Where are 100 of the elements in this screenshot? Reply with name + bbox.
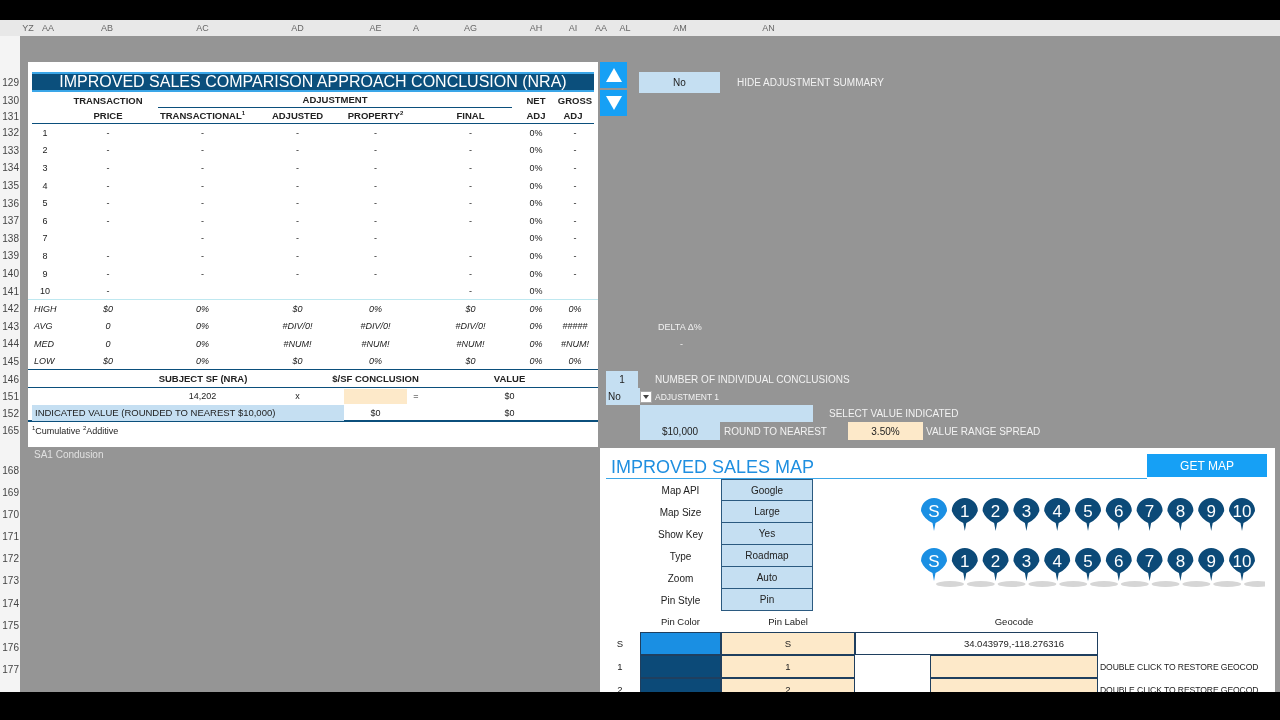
row-label: 4	[42, 180, 48, 191]
column-header[interactable]: AA	[590, 20, 612, 36]
row-header[interactable]: 138	[0, 229, 20, 248]
row-header[interactable]: 168	[0, 458, 20, 482]
column-header[interactable]: AG	[425, 20, 516, 36]
row-header[interactable]: 133	[0, 141, 20, 160]
row-header[interactable]: 144	[0, 335, 20, 353]
setting-value[interactable]: Pin	[721, 589, 813, 611]
dropdown-cell[interactable]: No	[606, 388, 640, 405]
column-header[interactable]: AB	[60, 20, 154, 36]
table-cell: -	[106, 145, 110, 156]
row-header[interactable]: 146	[0, 370, 20, 388]
table-cell: -	[296, 250, 299, 261]
map-pin: 10	[1229, 498, 1255, 531]
row-header[interactable]: 135	[0, 176, 20, 195]
table-cell: -	[201, 215, 204, 226]
table-cell: -	[374, 268, 377, 279]
table-cell: $0	[103, 303, 113, 314]
row-header[interactable]: 175	[0, 614, 20, 637]
row-header[interactable]: 145	[0, 352, 20, 371]
table-cell: -	[106, 268, 110, 279]
spread-field[interactable]: 3.50%	[848, 422, 923, 440]
row-header[interactable]: 130	[0, 92, 20, 108]
row-header[interactable]: 137	[0, 211, 20, 230]
column-heading: ADJUSTMENT	[158, 92, 512, 108]
pin-label-field[interactable]: 1	[721, 655, 855, 678]
column-header[interactable]: A	[407, 20, 425, 36]
column-header[interactable]: AA	[36, 20, 60, 36]
row-header[interactable]: 139	[0, 247, 20, 265]
row-header[interactable]: 176	[0, 636, 20, 659]
table-cell: $0	[465, 303, 476, 314]
value-cell: $0	[504, 407, 515, 418]
column-header[interactable]: AE	[344, 20, 407, 36]
scroll-down-button[interactable]	[600, 90, 627, 116]
setting-value[interactable]: Auto	[721, 567, 813, 589]
row-header[interactable]: 129	[0, 72, 20, 92]
column-header[interactable]: AH	[516, 20, 556, 36]
pin-color-swatch[interactable]	[640, 632, 721, 655]
table-cell: -	[469, 285, 472, 296]
table-cell: -	[106, 163, 110, 173]
row-header[interactable]: 141	[0, 282, 20, 300]
row-header[interactable]: 131	[0, 108, 20, 124]
row-header[interactable]: 171	[0, 525, 20, 548]
table-cell: #####	[562, 321, 588, 332]
row-header[interactable]: 152	[0, 404, 20, 422]
table-cell: #NUM!	[361, 338, 390, 349]
number-field[interactable]: 1	[606, 371, 638, 388]
column-header[interactable]: AM	[638, 20, 722, 36]
row-header[interactable]: 165	[0, 421, 20, 440]
table-cell: 0%	[369, 303, 382, 314]
setting-value[interactable]: Roadmap	[721, 545, 813, 567]
setting-value[interactable]: Yes	[721, 523, 813, 545]
column-header[interactable]: AL	[612, 20, 638, 36]
row-header[interactable]: 174	[0, 592, 20, 615]
table-cell: 0%	[529, 356, 543, 366]
row-header[interactable]: 172	[0, 547, 20, 570]
caret-icon	[643, 394, 649, 399]
row-header[interactable]: 173	[0, 569, 20, 593]
subject-sf: 14,202	[188, 391, 217, 402]
row-header[interactable]: 151	[0, 387, 20, 405]
column-heading: GROSS	[557, 94, 593, 106]
row-header[interactable]: 132	[0, 124, 20, 142]
setting-label: Map Size	[658, 505, 703, 520]
geocode-field[interactable]: 34.043979,-118.276316	[855, 632, 1098, 655]
setting-label: HIDE ADJUSTMENT SUMMARY	[737, 77, 884, 88]
table-cell: -	[106, 215, 110, 226]
row-header[interactable]: 170	[0, 503, 20, 526]
dropdown-button[interactable]	[640, 390, 652, 403]
row-header[interactable]: 140	[0, 264, 20, 283]
table-cell: -	[374, 215, 377, 226]
setting-value[interactable]: Large	[721, 501, 813, 523]
map-pin: S	[921, 498, 947, 531]
column-header[interactable]: YZ	[20, 20, 36, 36]
conclusion-field[interactable]	[344, 388, 407, 404]
row-header[interactable]: 177	[0, 658, 20, 681]
table-cell: -	[469, 180, 472, 191]
column-heading: TRANSACTION	[73, 94, 143, 106]
scroll-up-button[interactable]	[600, 62, 627, 88]
table-cell: 0%	[529, 338, 543, 349]
row-header[interactable]: 136	[0, 194, 20, 212]
geocode-field[interactable]	[930, 655, 1098, 678]
row-header[interactable]: 169	[0, 481, 20, 504]
pin-color-swatch[interactable]	[640, 655, 721, 678]
rounding-field[interactable]: $10,000	[640, 422, 720, 440]
restore-note: DOUBLE CLICK TO RESTORE GEOCOD	[1100, 683, 1259, 692]
column-heading: Pin Label	[767, 615, 809, 629]
dropdown-cell[interactable]: No	[639, 72, 720, 93]
row-header[interactable]: 143	[0, 317, 20, 336]
table-cell: -	[469, 198, 472, 209]
column-header[interactable]: AC	[154, 20, 251, 36]
pin-label-field[interactable]: S	[721, 632, 855, 655]
map-pin: 6	[1105, 498, 1132, 531]
setting-value[interactable]: Google	[721, 479, 813, 501]
value-select-field[interactable]	[640, 405, 813, 422]
row-header[interactable]: 142	[0, 299, 20, 318]
row-header[interactable]: 134	[0, 159, 20, 177]
table-cell: -	[573, 250, 577, 261]
column-header[interactable]: AD	[251, 20, 344, 36]
column-header[interactable]: AI	[556, 20, 590, 36]
column-header[interactable]: AN	[722, 20, 815, 36]
